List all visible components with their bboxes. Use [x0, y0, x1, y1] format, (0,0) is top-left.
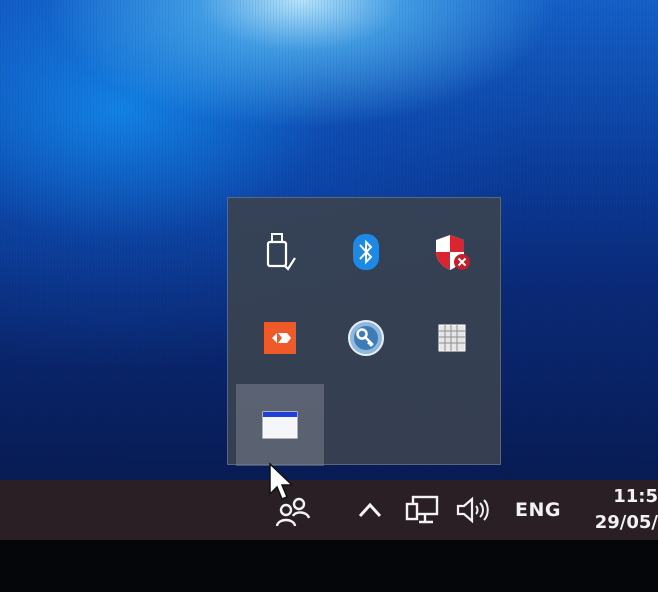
usb-safely-remove-icon[interactable] — [236, 208, 324, 296]
network-icon[interactable] — [402, 490, 442, 530]
key-app-icon[interactable] — [322, 294, 410, 382]
hidden-icons-flyout — [227, 197, 501, 466]
clock-time: 11:5 — [613, 486, 658, 507]
security-shield-warning-icon[interactable] — [408, 208, 496, 296]
window-app-icon[interactable] — [236, 384, 324, 466]
mouse-pointer-icon — [268, 462, 298, 506]
taskbar: ENG 11:5 29/05/ — [0, 480, 658, 540]
grid-app-icon[interactable] — [408, 294, 496, 382]
clock-date: 29/05/ — [594, 512, 658, 533]
bluetooth-icon[interactable] — [322, 208, 410, 296]
speaker-icon[interactable] — [452, 490, 494, 530]
language-indicator[interactable]: ENG — [508, 490, 568, 530]
orange-app-icon[interactable] — [236, 294, 324, 382]
clock[interactable]: 11:5 29/05/ — [582, 480, 658, 540]
monitor-bezel — [0, 540, 658, 592]
chevron-up-icon[interactable] — [354, 494, 386, 526]
